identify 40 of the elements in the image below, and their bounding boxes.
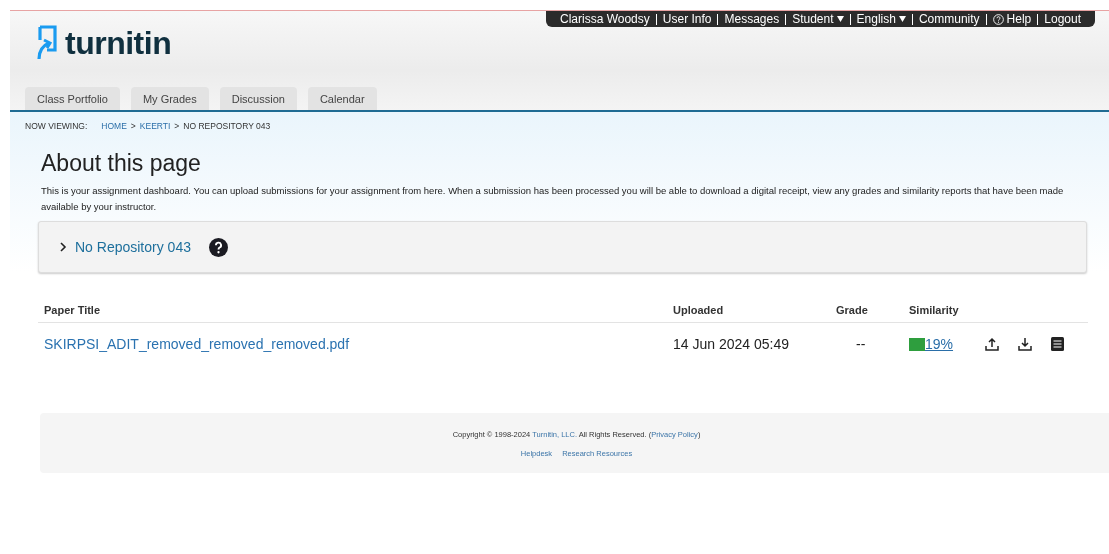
nav-tab[interactable]: My Grades <box>130 87 209 110</box>
chevron-icon[interactable] <box>59 242 67 252</box>
list-icon[interactable] <box>1051 337 1064 351</box>
help-icon[interactable] <box>208 237 228 257</box>
uploaded-date: 14 Jun 2024 05:49 <box>673 336 790 352</box>
assignment-title[interactable]: No Repository 043 <box>75 239 191 255</box>
similarity-link[interactable]: 19% <box>925 336 954 352</box>
logo-icon <box>35 25 59 62</box>
caret-icon <box>898 16 906 22</box>
nav-link[interactable]: User Info <box>662 12 712 26</box>
column-header: Similarity <box>909 303 960 316</box>
breadcrumb-separator: > <box>130 121 136 131</box>
nav-link[interactable]: Help <box>992 12 1032 26</box>
caret-icon <box>836 16 844 22</box>
help-icon <box>992 13 1004 25</box>
breadcrumb-separator: > <box>174 121 180 131</box>
column-header: Grade <box>836 303 869 316</box>
nav-link[interactable]: Messages <box>724 12 780 26</box>
nav-tab[interactable]: Class Portfolio <box>25 87 120 110</box>
upload-icon[interactable] <box>985 337 999 351</box>
nav-tab[interactable]: Discussion <box>219 87 297 110</box>
column-header: Paper Title <box>44 303 102 316</box>
similarity-swatch <box>909 337 925 351</box>
nav-link[interactable]: Student <box>792 12 844 26</box>
breadcrumb-link[interactable]: HOME <box>101 121 127 131</box>
nav-link[interactable]: English <box>856 12 906 26</box>
paper-title-link[interactable]: SKIRPSI_ADIT_removed_removed_removed.pdf <box>44 336 673 352</box>
grade-value: -- <box>855 336 867 352</box>
breadcrumb-label: NOW VIEWING: <box>25 121 88 131</box>
page-description: This is your assignment dashboard. You can upload submissions for your assignment from here. When a submission has been processed you will be able to download a digital receipt, view any grades and similarity reports that have been made available by your instructor. <box>41 184 1065 214</box>
nav-tab[interactable]: Calendar <box>307 87 377 110</box>
nav-link[interactable]: Community <box>918 12 980 26</box>
breadcrumb-current: NO REPOSITORY 043 <box>183 121 271 131</box>
nav-link[interactable]: Clarissa Woodsy <box>560 12 650 26</box>
column-header: Uploaded <box>673 303 725 316</box>
page-title: About this page <box>41 150 202 177</box>
download-icon[interactable] <box>1018 337 1032 351</box>
nav-link[interactable]: Logout <box>1044 12 1081 26</box>
logo-text: turnitin <box>65 25 172 62</box>
breadcrumb-link[interactable]: KEERTI <box>139 121 171 131</box>
